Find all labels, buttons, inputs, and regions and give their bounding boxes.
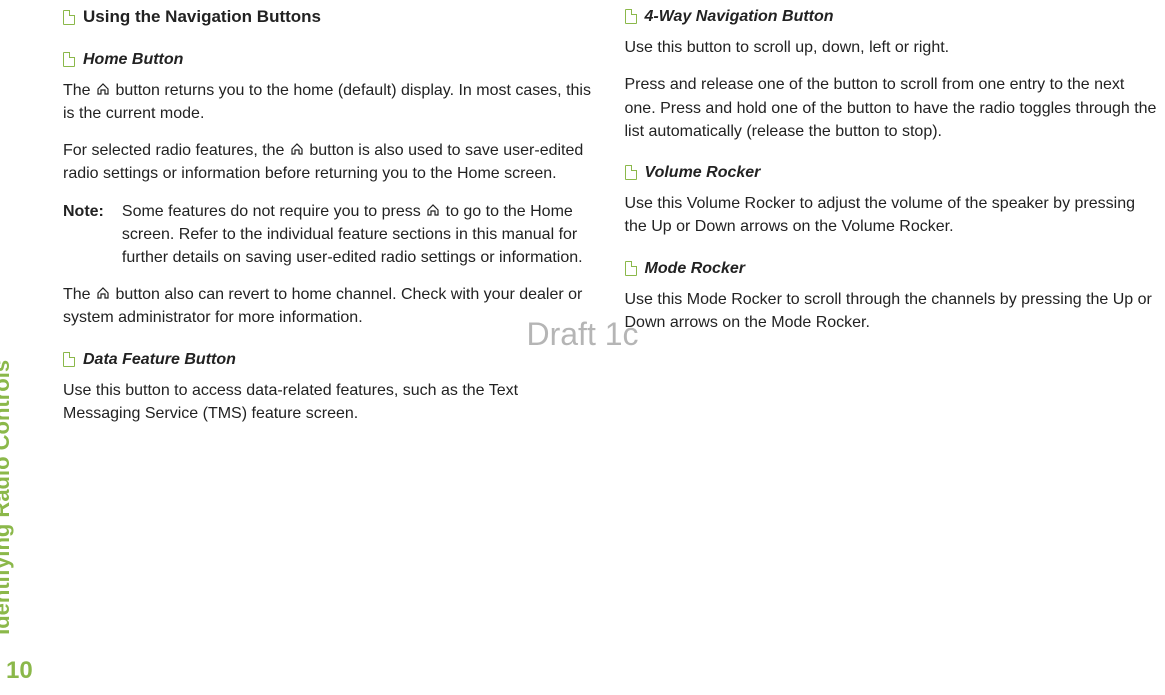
home-icon	[290, 143, 304, 155]
page-number: 10	[6, 654, 33, 689]
home-icon	[96, 287, 110, 299]
heading-mode-rocker: Mode Rocker	[625, 257, 1159, 280]
heading-text: Data Feature Button	[83, 348, 236, 371]
sidebar: Identifying Radio Controls 10	[0, 0, 55, 695]
section-icon	[63, 10, 75, 25]
paragraph: Press and release one of the button to s…	[625, 73, 1159, 143]
paragraph: Use this button to scroll up, down, left…	[625, 36, 1159, 59]
text: For selected radio features, the	[63, 142, 289, 159]
section-icon	[63, 352, 75, 367]
content: Using the Navigation Buttons Home Button…	[63, 5, 1158, 439]
text: button returns you to the home (default)…	[63, 82, 591, 122]
section-label: Identifying Radio Controls	[0, 360, 18, 635]
paragraph: The button returns you to the home (defa…	[63, 79, 597, 125]
paragraph: For selected radio features, the button …	[63, 139, 597, 185]
home-icon	[426, 204, 440, 216]
heading-using-nav: Using the Navigation Buttons	[63, 5, 597, 30]
paragraph: Use this button to access data-related f…	[63, 379, 597, 425]
text: Some features do not require you to pres…	[122, 203, 425, 220]
heading-data-feature: Data Feature Button	[63, 348, 597, 371]
text: button also can revert to home channel. …	[63, 286, 582, 326]
heading-text: Using the Navigation Buttons	[83, 5, 321, 30]
home-icon	[96, 83, 110, 95]
text: The	[63, 286, 95, 303]
paragraph: Use this Volume Rocker to adjust the vol…	[625, 192, 1159, 238]
heading-text: 4-Way Navigation Button	[645, 5, 834, 28]
heading-4way-nav: 4-Way Navigation Button	[625, 5, 1159, 28]
column-right: 4-Way Navigation Button Use this button …	[625, 5, 1159, 439]
heading-volume-rocker: Volume Rocker	[625, 161, 1159, 184]
heading-text: Mode Rocker	[645, 257, 745, 280]
section-icon	[63, 52, 75, 67]
note-block: Note: Some features do not require you t…	[63, 200, 597, 270]
heading-text: Home Button	[83, 48, 183, 71]
column-left: Using the Navigation Buttons Home Button…	[63, 5, 597, 439]
section-icon	[625, 165, 637, 180]
heading-home-button: Home Button	[63, 48, 597, 71]
section-icon	[625, 9, 637, 24]
heading-text: Volume Rocker	[645, 161, 761, 184]
text: The	[63, 82, 95, 99]
note-label: Note:	[63, 200, 104, 270]
section-icon	[625, 261, 637, 276]
paragraph: The button also can revert to home chann…	[63, 283, 597, 329]
note-body: Some features do not require you to pres…	[122, 200, 597, 270]
paragraph: Use this Mode Rocker to scroll through t…	[625, 288, 1159, 334]
